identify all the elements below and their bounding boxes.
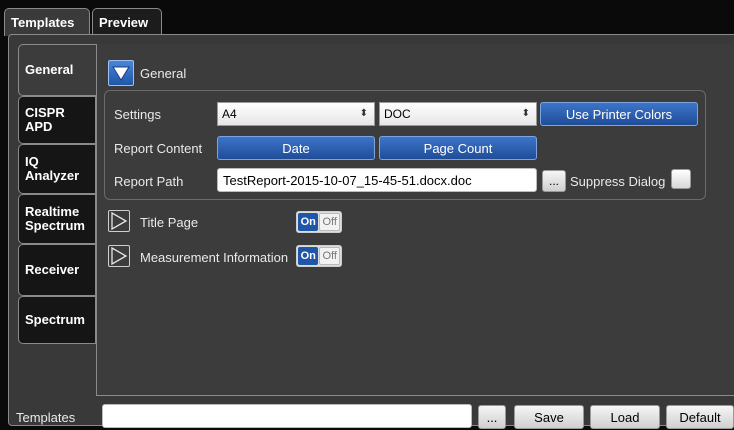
sidetab-realtime-spectrum[interactable]: Realtime Spectrum	[18, 194, 96, 244]
report-path-browse-button[interactable]: ...	[542, 170, 566, 192]
page-count-button[interactable]: Page Count	[379, 136, 537, 160]
settings-label: Settings	[114, 107, 161, 122]
sidetab-receiver-label: Receiver	[25, 262, 80, 277]
sidetab-cispr-apd[interactable]: CISPR APD	[18, 96, 96, 144]
report-path-field[interactable]: TestReport-2015-10-07_15-45-51.docx.doc	[217, 168, 537, 192]
template-name-field[interactable]	[102, 404, 472, 428]
general-header-label: General	[140, 66, 187, 81]
format-select[interactable]: DOC ⬍	[379, 102, 537, 126]
format-value: DOC	[384, 107, 411, 121]
general-expander[interactable]	[108, 60, 134, 86]
templates-footer-label: Templates	[16, 410, 76, 425]
toggle-off-option[interactable]: Off	[319, 213, 340, 231]
measurement-info-toggle[interactable]: On Off	[296, 245, 342, 267]
sidetab-spectrum[interactable]: Spectrum	[18, 296, 96, 344]
title-page-toggle[interactable]: On Off	[296, 211, 342, 233]
date-button[interactable]: Date	[217, 136, 375, 160]
suppress-dialog-checkbox[interactable]	[671, 169, 691, 189]
report-content-label: Report Content	[114, 141, 203, 156]
sidetab-general[interactable]: General	[18, 44, 96, 96]
select-arrow-icon: ⬍	[359, 108, 368, 119]
measurement-info-expander[interactable]	[108, 245, 130, 267]
toggle-on-option[interactable]: On	[298, 247, 319, 265]
select-arrow-icon: ⬍	[521, 108, 530, 119]
report-path-label: Report Path	[114, 174, 184, 189]
load-button[interactable]: Load	[590, 405, 660, 429]
sidetab-iq-analyzer-label: IQ Analyzer	[25, 154, 80, 183]
save-button[interactable]: Save	[514, 405, 584, 429]
template-browse-button[interactable]: ...	[478, 405, 506, 429]
sidetab-realtime-spectrum-label: Realtime Spectrum	[25, 204, 85, 233]
measurement-info-label: Measurement Information	[140, 250, 289, 265]
toggle-off-option[interactable]: Off	[319, 247, 340, 265]
sidetab-iq-analyzer[interactable]: IQ Analyzer	[18, 144, 96, 194]
title-page-expander[interactable]	[108, 210, 130, 232]
chevron-right-icon	[111, 211, 128, 231]
chevron-right-icon	[111, 246, 128, 266]
tab-templates[interactable]: Templates	[4, 8, 90, 36]
toggle-on-option[interactable]: On	[298, 213, 319, 231]
chevron-down-icon	[112, 66, 130, 81]
use-printer-colors-button[interactable]: Use Printer Colors	[540, 102, 698, 126]
sidetab-cispr-apd-label: CISPR APD	[25, 105, 65, 134]
default-button[interactable]: Default	[666, 405, 734, 429]
sidetab-spectrum-label: Spectrum	[25, 312, 85, 327]
sidetab-receiver[interactable]: Receiver	[18, 244, 96, 296]
paper-size-value: A4	[222, 107, 237, 121]
paper-size-select[interactable]: A4 ⬍	[217, 102, 375, 126]
sidetab-general-label: General	[25, 62, 74, 77]
title-page-label: Title Page	[140, 215, 199, 230]
suppress-dialog-label: Suppress Dialog	[570, 174, 666, 189]
tab-preview[interactable]: Preview	[92, 8, 162, 34]
